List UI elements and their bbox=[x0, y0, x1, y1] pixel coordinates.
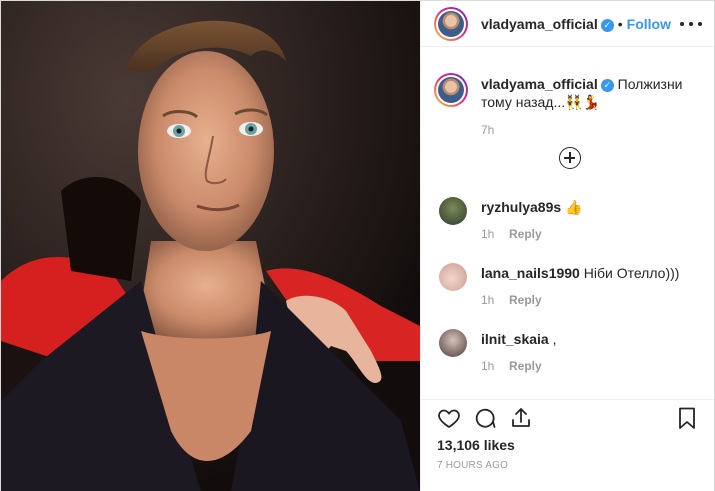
comment-timestamp[interactable]: 1h bbox=[481, 227, 494, 241]
likes-count[interactable]: 13,106 likes bbox=[437, 437, 515, 453]
follow-button[interactable]: Follow bbox=[627, 16, 671, 32]
comment-text: Ніби Отелло))) bbox=[583, 265, 680, 281]
plus-circle-icon[interactable] bbox=[559, 147, 581, 169]
caption-avatar[interactable] bbox=[434, 73, 468, 107]
comment: ryzhulya89s 👍 bbox=[481, 199, 583, 216]
post-age[interactable]: 7 HOURS AGO bbox=[437, 460, 508, 471]
verified-badge-icon: ✓ bbox=[600, 79, 614, 92]
comment-icon[interactable] bbox=[473, 406, 497, 430]
comment: ilnit_skaia , bbox=[481, 331, 556, 347]
post-side-panel: vladyama_official ✓ • Follow vladyama_offic… bbox=[420, 1, 714, 491]
reply-button[interactable]: Reply bbox=[509, 227, 542, 241]
header-username[interactable]: vladyama_official bbox=[481, 16, 598, 32]
comment-username[interactable]: lana_nails1990 bbox=[481, 265, 580, 281]
comment-avatar[interactable] bbox=[439, 329, 467, 357]
comment-username[interactable]: ilnit_skaia bbox=[481, 331, 549, 347]
comments-area[interactable]: vladyama_official ✓ Полжизни тому назад..… bbox=[421, 47, 714, 399]
separator-dot: • bbox=[617, 16, 623, 32]
comment: lana_nails1990 Ніби Отелло))) bbox=[481, 265, 679, 281]
comment-username[interactable]: ryzhulya89s bbox=[481, 199, 561, 215]
post-photo[interactable] bbox=[1, 1, 420, 491]
post-actions: 13,106 likes 7 HOURS AGO bbox=[421, 399, 714, 491]
caption: vladyama_official ✓ Полжизни тому назад..… bbox=[481, 75, 699, 111]
bookmark-icon[interactable] bbox=[675, 406, 699, 430]
comment-timestamp[interactable]: 1h bbox=[481, 359, 494, 373]
more-options-icon[interactable] bbox=[680, 13, 702, 35]
post-photo-art bbox=[1, 1, 420, 491]
share-icon[interactable] bbox=[509, 406, 533, 430]
comment-text: 👍 bbox=[565, 199, 583, 215]
verified-badge-icon: ✓ bbox=[600, 19, 614, 32]
reply-button[interactable]: Reply bbox=[509, 293, 542, 307]
comment-text: , bbox=[552, 331, 557, 347]
comment-avatar[interactable] bbox=[439, 263, 467, 291]
header-user-line: vladyama_official ✓ • Follow bbox=[481, 16, 671, 32]
comment-timestamp[interactable]: 1h bbox=[481, 293, 494, 307]
instagram-post: vladyama_official ✓ • Follow vladyama_offic… bbox=[0, 0, 715, 491]
reply-button[interactable]: Reply bbox=[509, 359, 542, 373]
caption-timestamp[interactable]: 7h bbox=[481, 123, 494, 137]
caption-username[interactable]: vladyama_official bbox=[481, 76, 598, 92]
comment-avatar[interactable] bbox=[439, 197, 467, 225]
heart-icon[interactable] bbox=[437, 406, 461, 430]
author-avatar[interactable] bbox=[434, 7, 468, 41]
post-header: vladyama_official ✓ • Follow bbox=[421, 1, 714, 47]
